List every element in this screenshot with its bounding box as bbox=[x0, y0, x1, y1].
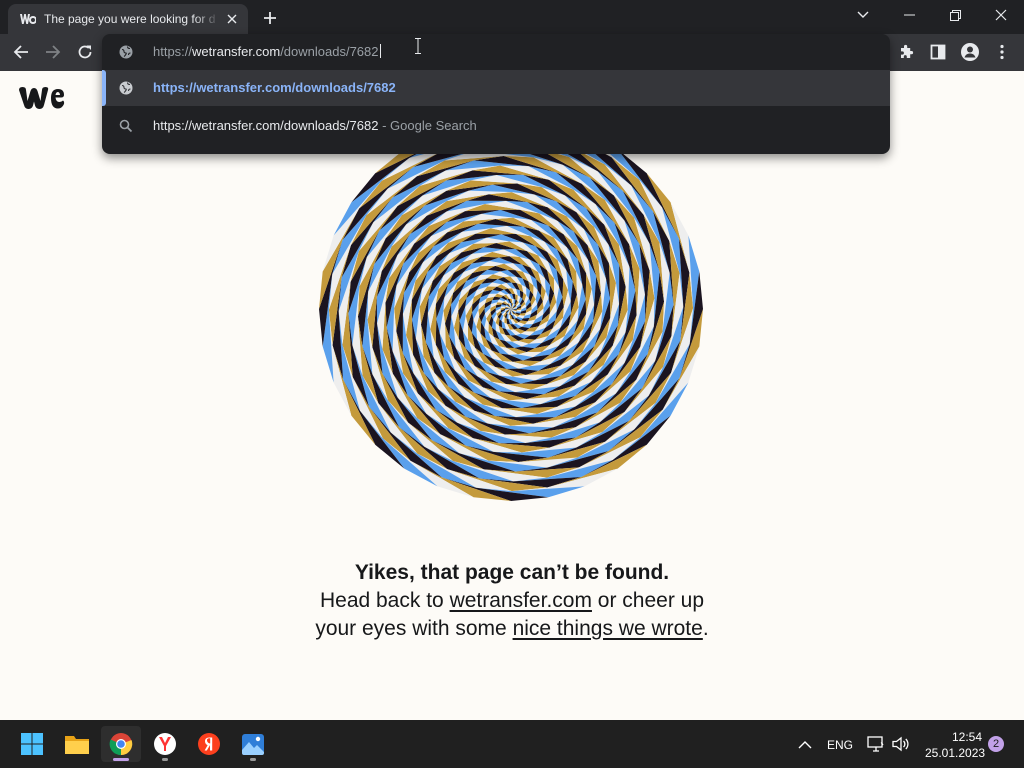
forward-button[interactable] bbox=[39, 38, 67, 66]
profile-icon bbox=[961, 43, 979, 61]
omnibox-suggestion-search[interactable]: https://wetransfer.com/downloads/7682 - … bbox=[102, 108, 890, 144]
clock-time[interactable]: 12:54 bbox=[952, 730, 982, 744]
text-caret bbox=[379, 44, 381, 58]
title-bar: The page you were looking for d bbox=[0, 0, 1024, 34]
plus-icon bbox=[264, 12, 276, 24]
extensions-button[interactable] bbox=[892, 38, 920, 66]
body-text-1: Head back to bbox=[319, 589, 450, 612]
error-message: Yikes, that page can’t be found. Head ba… bbox=[302, 559, 722, 643]
network-status-button[interactable] bbox=[863, 726, 889, 762]
yandex-icon bbox=[198, 733, 220, 755]
file-explorer-button[interactable] bbox=[57, 726, 97, 762]
globe-icon bbox=[119, 81, 133, 95]
mouse-ibeam-cursor-icon bbox=[415, 38, 421, 54]
start-button[interactable] bbox=[12, 726, 52, 762]
chrome-menu-button[interactable] bbox=[988, 38, 1016, 66]
notification-badge[interactable]: 2 bbox=[988, 736, 1004, 752]
home-link[interactable]: wetransfer.com bbox=[450, 589, 592, 612]
wetransfer-favicon-icon bbox=[20, 11, 36, 27]
error-heading: Yikes, that page can’t be found. bbox=[354, 561, 670, 584]
clock-date[interactable]: 25.01.2023 bbox=[925, 746, 985, 760]
error-body: Head back to wetransfer.com or cheer up … bbox=[302, 587, 722, 643]
browser-tab[interactable]: The page you were looking for d bbox=[8, 4, 248, 34]
windows-taskbar: ENG 12:54 25.01.2023 bbox=[0, 720, 1024, 768]
folder-icon bbox=[65, 736, 89, 754]
arrow-right-icon bbox=[46, 45, 61, 59]
chrome-icon bbox=[109, 733, 133, 756]
yandex-browser-icon bbox=[154, 733, 176, 755]
photos-icon bbox=[242, 734, 264, 755]
globe-icon bbox=[119, 45, 133, 59]
reload-button[interactable] bbox=[71, 38, 99, 66]
show-hidden-icons-button[interactable] bbox=[785, 726, 825, 762]
side-panel-icon bbox=[930, 44, 946, 60]
page-content: Yikes, that page can’t be found. Head ba… bbox=[0, 71, 1024, 720]
more-vertical-icon bbox=[1000, 44, 1004, 60]
yandex-button[interactable] bbox=[189, 726, 229, 762]
wetransfer-logo[interactable] bbox=[18, 85, 66, 113]
reload-icon bbox=[78, 45, 92, 59]
volume-button[interactable] bbox=[889, 726, 913, 762]
yandex-browser-button[interactable] bbox=[145, 726, 185, 762]
search-separator: - bbox=[378, 118, 391, 133]
restore-icon bbox=[949, 9, 961, 21]
photos-button[interactable] bbox=[233, 726, 273, 762]
tab-close-icon[interactable] bbox=[224, 11, 240, 27]
omnibox-suggestion-url[interactable]: https://wetransfer.com/downloads/7682 bbox=[102, 70, 890, 106]
tab-search-button[interactable] bbox=[840, 0, 886, 30]
chevron-up-icon bbox=[798, 740, 812, 748]
blog-link[interactable]: nice things we wrote bbox=[513, 617, 703, 640]
suggestion-url-text: https://wetransfer.com/downloads/7682 bbox=[153, 80, 396, 95]
url-host: wetransfer.com bbox=[192, 44, 281, 59]
back-button[interactable] bbox=[7, 38, 35, 66]
omnibox-dropdown: https://wetransfer.com/downloads/7682 ht… bbox=[102, 34, 890, 154]
minimize-button[interactable] bbox=[886, 0, 932, 30]
search-icon bbox=[119, 119, 133, 133]
active-app-indicator bbox=[113, 758, 129, 761]
url-scheme: https:// bbox=[153, 44, 193, 59]
search-query: https://wetransfer.com/downloads/7682 bbox=[153, 118, 379, 133]
selection-indicator bbox=[102, 70, 106, 106]
search-engine-label: Google Search bbox=[390, 118, 477, 133]
arrow-left-icon bbox=[13, 45, 28, 59]
tab-title: The page you were looking for d bbox=[44, 12, 216, 26]
hypnotic-spiral-illustration bbox=[319, 117, 703, 501]
new-tab-button[interactable] bbox=[258, 6, 282, 30]
url-text: https://wetransfer.com/downloads/7682 bbox=[153, 44, 381, 59]
close-icon bbox=[995, 9, 1007, 21]
puzzle-icon bbox=[901, 44, 914, 58]
suggestion-search-text: https://wetransfer.com/downloads/7682 - … bbox=[153, 118, 477, 133]
profile-button[interactable] bbox=[956, 38, 984, 66]
running-app-indicator bbox=[250, 758, 256, 761]
restore-button[interactable] bbox=[932, 0, 978, 30]
input-language-indicator[interactable]: ENG bbox=[827, 738, 853, 752]
chrome-taskbar-button[interactable] bbox=[101, 726, 141, 762]
network-icon bbox=[867, 736, 884, 752]
windows-logo-icon bbox=[21, 733, 43, 755]
body-text-3: . bbox=[702, 617, 709, 640]
running-app-indicator bbox=[162, 758, 168, 761]
chevron-down-icon bbox=[857, 11, 869, 18]
minimize-icon bbox=[903, 14, 915, 16]
side-panel-button[interactable] bbox=[924, 38, 952, 66]
speaker-icon bbox=[892, 736, 909, 752]
address-bar[interactable]: https://wetransfer.com/downloads/7682 bbox=[102, 34, 890, 70]
url-path: /downloads/7682 bbox=[280, 44, 379, 59]
close-window-button[interactable] bbox=[978, 0, 1024, 30]
